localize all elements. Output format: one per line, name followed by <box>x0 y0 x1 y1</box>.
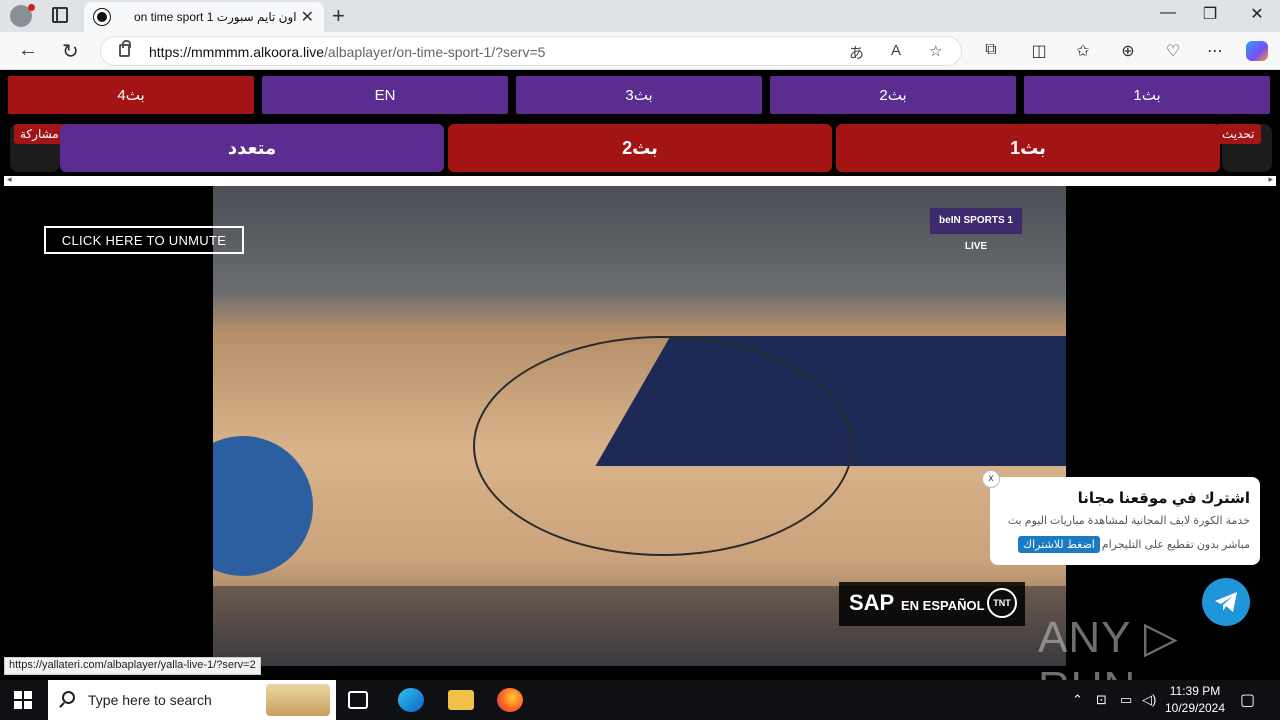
tab-actions-icon[interactable] <box>52 7 68 23</box>
video-frame[interactable]: beIN SPORTS 1 LIVE SAP EN ESPAÑOL TNT <box>213 186 1066 666</box>
server-button-1[interactable]: بث1 <box>1022 74 1272 116</box>
file-explorer-icon[interactable] <box>448 690 474 710</box>
scroll-left-icon[interactable]: ◂ <box>7 174 12 185</box>
refresh-tag[interactable]: تحديث <box>1216 124 1261 144</box>
close-window-button[interactable]: ✕ <box>1234 4 1280 24</box>
sap-overlay: SAP EN ESPAÑOL TNT <box>839 582 1025 626</box>
minimize-button[interactable]: — <box>1145 4 1191 22</box>
tab-close-icon[interactable]: ✕ <box>301 7 314 27</box>
taskbar-clock[interactable]: 11:39 PM 10/29/2024 <box>1160 683 1230 717</box>
extensions-icon[interactable]: ⧉ <box>980 41 1002 59</box>
restore-button[interactable]: ❐ <box>1187 4 1233 24</box>
tab-title: on time sport 1 اون تايم سبورت <box>134 10 297 24</box>
share-tag[interactable]: مشاركة <box>14 124 65 144</box>
channel-logo: beIN SPORTS 1 LIVE <box>930 208 1022 252</box>
stream-2-button[interactable]: بث2 <box>448 124 832 172</box>
search-icon <box>62 691 75 704</box>
search-placeholder: Type here to search <box>88 692 212 708</box>
stream-row: مشاركة متعدد بث2 بث1 تحديث <box>0 122 1280 174</box>
tray-network-icon[interactable]: ⊡ <box>1096 692 1107 708</box>
more-menu-icon[interactable]: ⋯ <box>1204 41 1226 61</box>
popup-description-line1: خدمة الكورة لايف المجانية لمشاهدة مباريا… <box>1007 515 1250 527</box>
task-view-icon[interactable] <box>348 691 368 709</box>
browser-toolbar: ← ↻ https://mmmmm.alkoora.live/albaplaye… <box>0 32 1280 70</box>
server-row: بث4 EN بث3 بث2 بث1 <box>6 74 1272 120</box>
notifications-icon[interactable]: ▢ <box>1240 690 1255 710</box>
collections-icon[interactable]: ⊕ <box>1117 41 1139 61</box>
sap-text: SAP <box>849 590 895 615</box>
clock-date: 10/29/2024 <box>1164 701 1226 715</box>
video-player[interactable]: beIN SPORTS 1 LIVE SAP EN ESPAÑOL TNT CL… <box>4 186 1276 680</box>
popup-close-icon[interactable]: x <box>982 470 1000 488</box>
espanol-text: EN ESPAÑOL <box>901 598 985 613</box>
court-three-point-line <box>473 336 853 556</box>
court-center-logo <box>213 436 313 576</box>
new-tab-button[interactable]: + <box>332 3 345 29</box>
server-button-en[interactable]: EN <box>260 74 510 116</box>
split-screen-icon[interactable]: ◫ <box>1028 41 1050 61</box>
refresh-icon[interactable]: ↻ <box>62 39 79 64</box>
clock-time: 11:39 PM <box>1169 684 1221 698</box>
server-button-2[interactable]: بث2 <box>768 74 1018 116</box>
stream-1-button[interactable]: بث1 <box>836 124 1220 172</box>
url-text[interactable]: https://mmmmm.alkoora.live/albaplayer/on… <box>149 44 545 60</box>
browser-tab-active[interactable]: on time sport 1 اون تايم سبورت ✕ <box>84 2 324 32</box>
favorites-icon[interactable]: ✩ <box>1072 41 1094 61</box>
read-aloud-icon[interactable]: A <box>891 42 901 59</box>
status-bar-url: https://yallateri.com/albaplayer/yalla-l… <box>4 657 261 675</box>
translate-icon[interactable]: あ <box>849 42 864 63</box>
multi-stream-button[interactable]: متعدد <box>60 124 444 172</box>
address-bar[interactable]: https://mmmmm.alkoora.live/albaplayer/on… <box>100 36 962 66</box>
tray-chevron-icon[interactable]: ⌃ <box>1072 692 1083 708</box>
copilot-icon[interactable] <box>1246 41 1268 61</box>
popup-description-line2: مباشر بدون تقطيع على التليجرام <box>1101 539 1250 551</box>
taskbar-search-box[interactable]: Type here to search <box>48 680 336 720</box>
subscribe-popup: اشترك في موقعنا مجانا خدمة الكورة لايف ا… <box>990 477 1260 565</box>
windows-taskbar: Type here to search ⌃ ⊡ ▭ ◁) 11:39 PM 10… <box>0 680 1280 720</box>
favorite-star-icon[interactable]: ☆ <box>929 42 942 60</box>
horizontal-scrollbar[interactable]: ◂ ▸ <box>4 174 1276 186</box>
lock-icon[interactable] <box>119 40 131 57</box>
browser-tab-bar: on time sport 1 اون تايم سبورت ✕ + — ❐ ✕ <box>0 0 1280 32</box>
search-highlight-image <box>266 684 330 716</box>
windows-start-icon[interactable] <box>14 691 32 709</box>
unmute-button[interactable]: CLICK HERE TO UNMUTE <box>44 226 244 254</box>
scroll-right-icon[interactable]: ▸ <box>1268 174 1273 185</box>
server-button-4[interactable]: بث4 <box>6 74 256 116</box>
performance-icon[interactable]: ♡ <box>1162 41 1184 61</box>
firefox-icon[interactable] <box>497 688 523 712</box>
popup-heading: اشترك في موقعنا مجانا <box>1077 490 1250 507</box>
tnt-logo: TNT <box>987 588 1017 618</box>
subscribe-button[interactable]: اضغط للاشتراك <box>1018 536 1100 553</box>
tray-volume-icon[interactable]: ◁) <box>1142 692 1156 708</box>
profile-avatar-icon[interactable] <box>10 4 35 27</box>
server-button-3[interactable]: بث3 <box>514 74 764 116</box>
edge-browser-icon[interactable] <box>398 688 424 712</box>
back-arrow-icon[interactable]: ← <box>18 39 38 62</box>
tray-display-icon[interactable]: ▭ <box>1120 692 1132 708</box>
web-page: بث4 EN بث3 بث2 بث1 مشاركة متعدد بث2 بث1 … <box>0 70 1280 680</box>
soccer-ball-icon <box>93 8 111 26</box>
notification-dot <box>28 4 35 11</box>
